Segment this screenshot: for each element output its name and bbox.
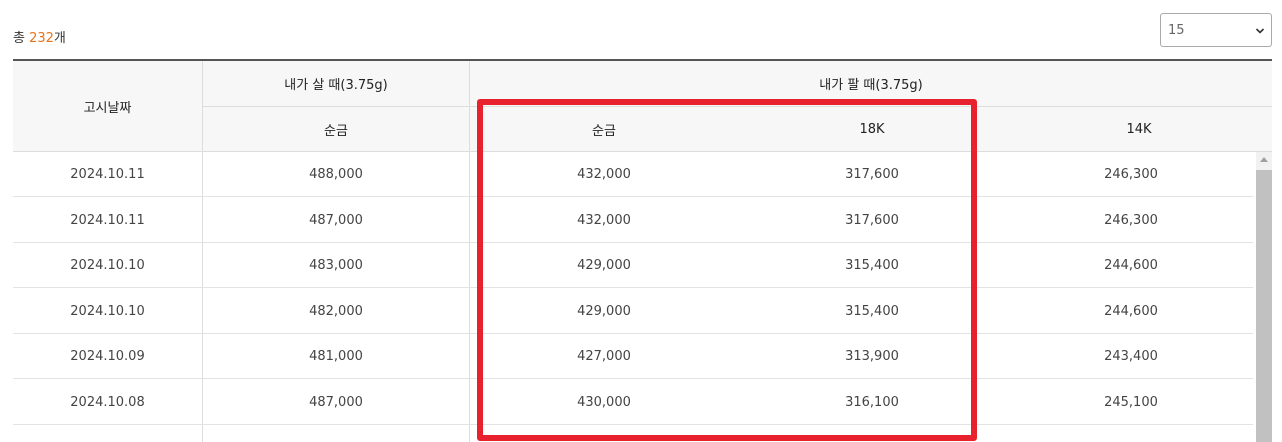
cell-sell-14k: 246,300 xyxy=(1104,167,1158,182)
table-row: 2024.10.11 488,000 432,000 317,600 246,300 xyxy=(13,152,1253,197)
table-row: 2024.10.10 483,000 429,000 315,400 244,600 xyxy=(13,243,1253,288)
cell-buy-pure: 487,000 xyxy=(309,212,363,228)
cell-date: 2024.10.11 xyxy=(70,167,145,182)
cell-buy-pure: 481,000 xyxy=(309,349,363,364)
header-sell-group: 내가 팔 때(3.75g) xyxy=(819,78,923,93)
table-scrollbar[interactable] xyxy=(1256,152,1272,442)
cell-date: 2024.10.08 xyxy=(70,394,145,410)
total-count: 총 232개 xyxy=(13,27,66,46)
cell-date: 2024.10.09 xyxy=(70,349,145,364)
total-count-number: 232 xyxy=(29,31,54,46)
table-body: 2024.10.11 488,000 432,000 317,600 246,300 20… xyxy=(13,152,1272,442)
cell-sell-pure: 429,000 xyxy=(577,258,631,273)
cell-date: 2024.10.10 xyxy=(70,303,145,319)
header-sell-pure: 순금 xyxy=(592,123,616,139)
cell-buy-pure: 483,000 xyxy=(309,258,363,273)
table-header: 고시날짜 내가 살 때(3.75g) 내가 팔 때(3.75g) 순금 순금 1… xyxy=(13,61,1272,152)
scroll-up-arrow-icon[interactable] xyxy=(1260,157,1268,162)
cell-sell-pure: 430,000 xyxy=(577,394,631,410)
table-row: 2024.10.10 482,000 429,000 315,400 244,600 xyxy=(13,289,1253,334)
price-table: 고시날짜 내가 살 때(3.75g) 내가 팔 때(3.75g) 순금 순금 1… xyxy=(13,59,1272,442)
cell-buy-pure: 482,000 xyxy=(309,303,363,319)
cell-buy-pure: 487,000 xyxy=(309,394,363,410)
cell-sell-14k: 245,100 xyxy=(1104,394,1158,410)
cell-sell-14k: 244,600 xyxy=(1104,258,1158,273)
table-row: 2024.10.08 487,000 430,000 316,100 245,100 xyxy=(13,380,1253,425)
cell-sell-18k: 315,400 xyxy=(845,258,899,273)
cell-sell-14k: 244,600 xyxy=(1104,303,1158,319)
total-prefix: 총 xyxy=(13,31,30,46)
header-buy-group: 내가 살 때(3.75g) xyxy=(284,78,388,93)
page-size-value: 15 xyxy=(1168,23,1185,38)
table-row: 2024.10.09 481,000 427,000 313,900 243,400 xyxy=(13,334,1253,379)
page-size-select[interactable]: 15 xyxy=(1160,13,1272,47)
cell-sell-14k: 246,300 xyxy=(1104,212,1158,228)
cell-date: 2024.10.11 xyxy=(70,212,145,228)
cell-buy-pure: 488,000 xyxy=(309,167,363,182)
cell-sell-pure: 429,000 xyxy=(577,303,631,319)
cell-sell-14k: 243,400 xyxy=(1104,349,1158,364)
chevron-down-icon xyxy=(1255,28,1265,34)
total-suffix: 개 xyxy=(53,31,66,46)
header-buy-pure: 순금 xyxy=(324,123,348,139)
cell-sell-18k: 317,600 xyxy=(845,212,899,228)
cell-sell-pure: 432,000 xyxy=(577,167,631,182)
cell-sell-pure: 432,000 xyxy=(577,212,631,228)
scrollbar-thumb[interactable] xyxy=(1256,170,1272,442)
header-date: 고시날짜 xyxy=(83,100,132,116)
cell-date: 2024.10.10 xyxy=(70,258,145,273)
header-sell-18k: 18K xyxy=(859,121,885,137)
header-sell-14k: 14K xyxy=(1126,121,1152,137)
cell-sell-18k: 317,600 xyxy=(845,167,899,182)
header-divider xyxy=(203,106,1272,107)
cell-sell-pure: 427,000 xyxy=(577,349,631,364)
cell-sell-18k: 315,400 xyxy=(845,303,899,319)
cell-sell-18k: 316,100 xyxy=(845,394,899,410)
gold-price-page: 총 232개 15 고시날짜 내가 살 때(3.75g) 내가 팔 때(3.75… xyxy=(0,0,1282,442)
cell-sell-18k: 313,900 xyxy=(845,349,899,364)
table-row: 2024.10.11 487,000 432,000 317,600 246,300 xyxy=(13,198,1253,243)
